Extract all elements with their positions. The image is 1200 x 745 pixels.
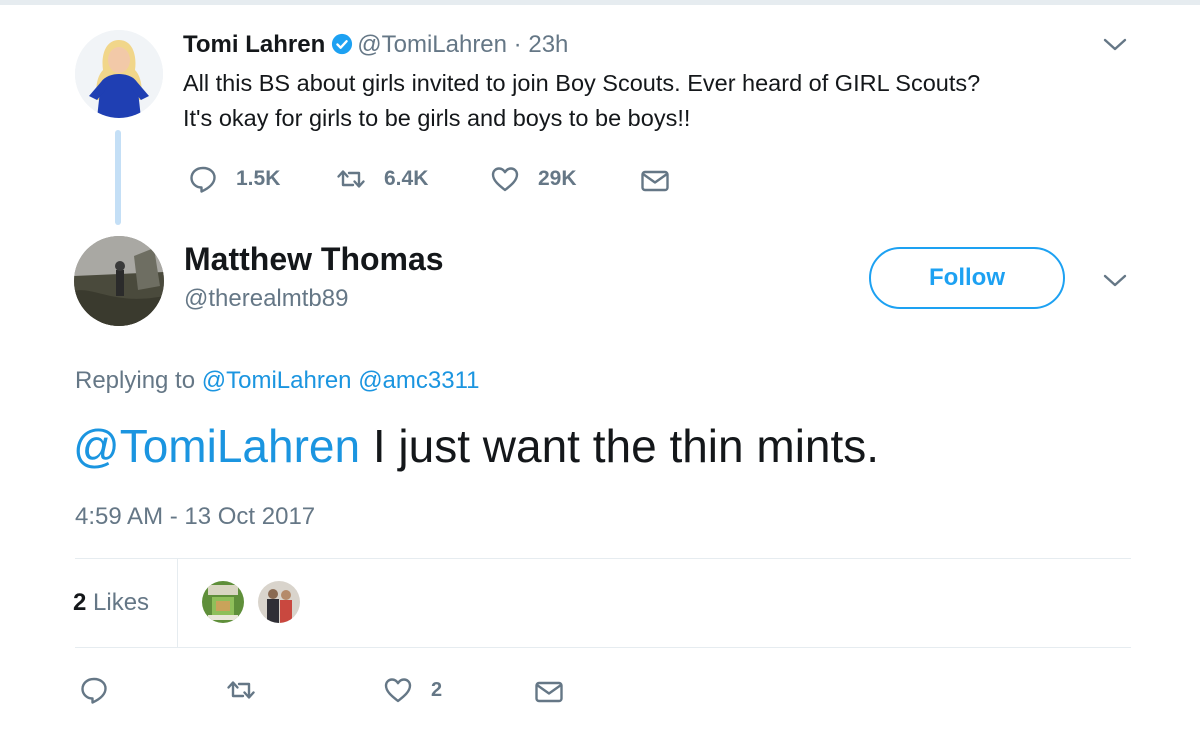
liker-avatar[interactable] (256, 579, 302, 625)
tweet-text-line: All this BS about girls invited to join … (183, 70, 981, 96)
mention-link-tomilahren[interactable]: @TomiLahren (202, 367, 352, 394)
tweet-time[interactable]: 23h (528, 31, 568, 58)
reply-icon (190, 166, 216, 193)
thread-connector-line (115, 130, 121, 225)
like-count: 29K (538, 167, 577, 190)
follow-button[interactable]: Follow (869, 247, 1065, 309)
like-button[interactable]: 2 (383, 675, 442, 705)
likes-count: 2 (73, 589, 87, 616)
replying-to-line: Replying to @TomiLahren @amc3311 (75, 366, 480, 396)
reply-button[interactable]: 1.5K (188, 164, 280, 194)
direct-message-button[interactable] (534, 677, 564, 707)
divider (75, 647, 1131, 648)
tweet-body: I just want the thin mints. (360, 420, 880, 472)
reply-author-name[interactable]: Matthew Thomas (184, 240, 444, 278)
tweet-timestamp[interactable]: 4:59 AM - 13 Oct 2017 (75, 502, 315, 532)
like-count: 2 (431, 678, 443, 701)
reply-tweet-text: @TomiLahren I just want the thin mints. (73, 416, 879, 476)
heart-icon (384, 678, 412, 703)
matthew-thomas-avatar[interactable] (74, 236, 164, 326)
reply-icon (81, 677, 107, 704)
heart-icon (491, 167, 519, 192)
author-handle[interactable]: @TomiLahren (357, 31, 507, 58)
reply-button[interactable] (79, 675, 109, 705)
direct-message-button[interactable] (640, 166, 670, 196)
like-button[interactable]: 29K (490, 164, 577, 194)
chevron-down-icon[interactable] (1102, 36, 1128, 54)
retweet-icon (227, 681, 255, 699)
tweet-text-line: It's okay for girls to be girls and boys… (183, 105, 691, 131)
reply-author-handle[interactable]: @therealmtb89 (184, 284, 348, 314)
stats-divider (177, 558, 178, 647)
top-border (0, 0, 1200, 5)
retweet-button[interactable] (226, 675, 256, 705)
mention-link-amc3311[interactable]: @amc3311 (358, 367, 479, 394)
mention-link[interactable]: @TomiLahren (73, 420, 360, 472)
replying-to-label: Replying to (75, 367, 196, 394)
chevron-down-icon[interactable] (1102, 272, 1128, 290)
tomi-lahren-avatar[interactable] (75, 30, 163, 118)
verified-badge-icon (332, 33, 353, 55)
liker-avatar[interactable] (200, 579, 246, 625)
author-name[interactable]: Tomi Lahren (183, 31, 325, 58)
reply-count: 1.5K (236, 167, 281, 190)
divider (75, 558, 1131, 559)
retweet-button[interactable]: 6.4K (336, 164, 428, 194)
retweet-icon (337, 170, 365, 188)
likes-label: Likes (93, 589, 150, 616)
parent-tweet-text: All this BS about girls invited to join … (183, 66, 1113, 136)
separator-dot: · (513, 31, 522, 58)
likes-stat[interactable]: 2 Likes (73, 588, 149, 618)
envelope-icon (641, 170, 669, 192)
parent-tweet-header: Tomi Lahren @TomiLahren · 23h (183, 30, 568, 60)
retweet-count: 6.4K (384, 167, 429, 190)
envelope-icon (535, 681, 563, 703)
